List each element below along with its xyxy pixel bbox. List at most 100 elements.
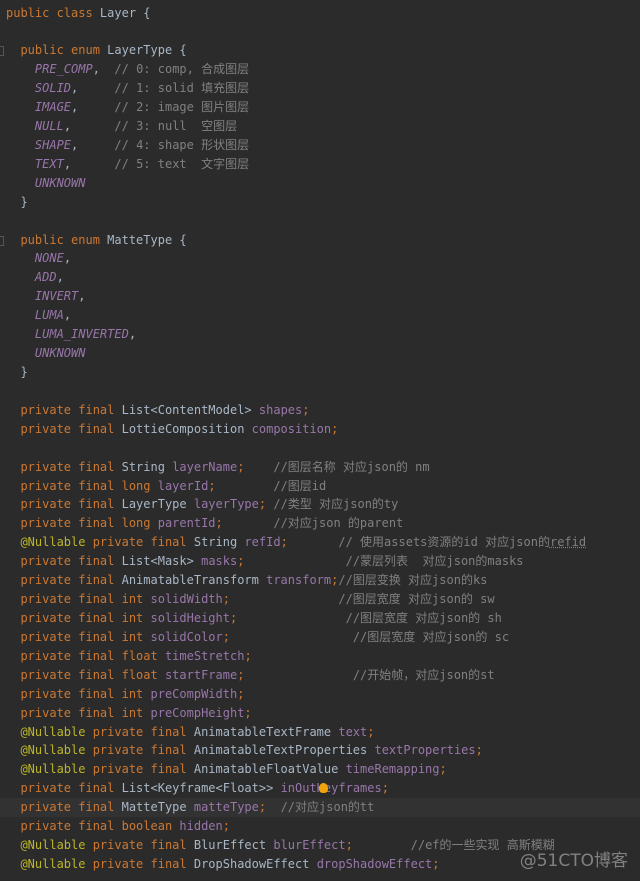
code-token: ;: [208, 478, 216, 493]
code-token: //对应json的tt: [280, 800, 375, 815]
code-line[interactable]: INVERT,: [0, 287, 640, 306]
code-token: AnimatableTextProperties: [193, 743, 375, 758]
code-line[interactable]: [0, 212, 640, 231]
code-token: private final: [92, 838, 194, 853]
code-token: // 4: shape 形状图层: [114, 137, 250, 152]
code-token: private final: [20, 421, 122, 436]
code-token: List<Mask>: [121, 554, 202, 569]
code-line[interactable]: [0, 439, 640, 458]
code-line[interactable]: LUMA_INVERTED,: [0, 325, 640, 344]
code-token: //开始帧，对应json的st: [352, 667, 495, 682]
code-line[interactable]: private final float timeStretch;: [0, 647, 640, 666]
code-token: Layer {: [99, 5, 151, 20]
code-token: private final int: [20, 705, 151, 720]
code-line[interactable]: private final int solidHeight; //图层宽度 对应…: [0, 609, 640, 628]
code-line[interactable]: private final List<ContentModel> shapes;: [0, 401, 640, 420]
code-token: ,: [63, 156, 115, 171]
code-line[interactable]: private final LottieComposition composit…: [0, 420, 640, 439]
code-token: @Nullable: [20, 535, 93, 550]
code-token: public enum: [20, 232, 108, 247]
code-line[interactable]: }: [0, 363, 640, 382]
fold-marker-icon[interactable]: [0, 46, 4, 57]
code-token: ;: [367, 724, 375, 739]
code-line[interactable]: public enum MatteType {: [0, 231, 640, 250]
code-line[interactable]: @Nullable private final String refId; //…: [0, 533, 640, 552]
code-line[interactable]: NULL, // 3: null 空图层: [0, 117, 640, 136]
code-line[interactable]: private final long parentId; //对应json 的p…: [0, 514, 640, 533]
code-line[interactable]: UNKNOWN: [0, 344, 640, 363]
code-token: }: [6, 365, 28, 380]
code-token: MatteType {: [107, 232, 187, 247]
code-token: NONE: [34, 251, 64, 266]
code-token: ADD: [34, 270, 57, 285]
code-token: private final: [92, 743, 194, 758]
code-line[interactable]: UNKNOWN: [0, 174, 640, 193]
code-token: TEXT: [34, 156, 64, 171]
code-line[interactable]: SHAPE, // 4: shape 形状图层: [0, 136, 640, 155]
code-line[interactable]: private final LayerType layerType; //类型 …: [0, 495, 640, 514]
code-token: SOLID: [34, 81, 72, 96]
code-line[interactable]: [0, 382, 640, 401]
code-token: private final: [20, 800, 122, 815]
code-token: List<ContentModel>: [121, 402, 259, 417]
code-line[interactable]: public enum LayerType {: [0, 41, 640, 60]
code-token: List<Keyframe<Float>>: [121, 781, 281, 796]
code-token: //图层id: [273, 478, 327, 493]
code-token: private final: [92, 724, 194, 739]
code-line[interactable]: NONE,: [0, 249, 640, 268]
code-line[interactable]: private final float startFrame; //开始帧，对应…: [0, 666, 640, 685]
code-line[interactable]: ADD,: [0, 268, 640, 287]
code-token: ,: [63, 308, 72, 323]
code-line[interactable]: private final List<Mask> masks; //蒙层列表 对…: [0, 552, 640, 571]
code-editor[interactable]: public class Layer { public enum LayerTy…: [0, 0, 640, 881]
code-line[interactable]: private final AnimatableTransform transf…: [0, 571, 640, 590]
code-line[interactable]: private final boolean hidden;: [0, 817, 640, 836]
code-line[interactable]: private final List<Keyframe<Float>> inOu…: [0, 779, 640, 798]
code-line[interactable]: private final int preCompHeight;: [0, 704, 640, 723]
code-token: INVERT: [34, 289, 79, 304]
code-line[interactable]: TEXT, // 5: text 文字图层: [0, 155, 640, 174]
code-token: private final: [20, 554, 122, 569]
code-line[interactable]: @Nullable private final AnimatableFloatV…: [0, 760, 640, 779]
code-line[interactable]: @Nullable private final AnimatableTextFr…: [0, 723, 640, 742]
code-line[interactable]: private final int preCompWidth;: [0, 685, 640, 704]
code-token: private final int: [20, 686, 151, 701]
code-line[interactable]: private final int solidColor; //图层宽度 对应j…: [0, 628, 640, 647]
code-line[interactable]: @Nullable private final AnimatableTextPr…: [0, 741, 640, 760]
code-line[interactable]: public class Layer {: [0, 4, 640, 23]
code-token: layerName: [172, 459, 238, 474]
code-token: ;: [237, 686, 245, 701]
code-token: shapes: [258, 402, 303, 417]
code-token: ;: [222, 629, 230, 644]
code-line[interactable]: PRE_COMP, // 0: comp, 合成图层: [0, 60, 640, 79]
code-token: ;: [331, 421, 339, 436]
code-token: //图层宽度 对应json的 sh: [345, 611, 502, 625]
code-token: IMAGE: [34, 100, 72, 115]
code-line[interactable]: private final MatteType matteType; //对应j…: [0, 798, 640, 818]
lightbulb-icon[interactable]: [318, 783, 328, 794]
code-token: ,: [71, 137, 115, 152]
code-token: ,: [128, 327, 137, 342]
code-line[interactable]: LUMA,: [0, 306, 640, 325]
code-line[interactable]: [0, 22, 640, 41]
code-line[interactable]: private final long layerId; //图层id: [0, 477, 640, 496]
fold-marker-icon[interactable]: [0, 235, 4, 246]
code-line[interactable]: SOLID, // 1: solid 填充图层: [0, 79, 640, 98]
code-line[interactable]: IMAGE, // 2: image 图片图层: [0, 98, 640, 117]
code-line[interactable]: }: [0, 193, 640, 212]
code-line[interactable]: private final int solidWidth; //图层宽度 对应j…: [0, 590, 640, 609]
code-line[interactable]: private final String layerName; //图层名称 对…: [0, 458, 640, 477]
code-token: //图层宽度 对应json的 sw: [338, 592, 495, 607]
